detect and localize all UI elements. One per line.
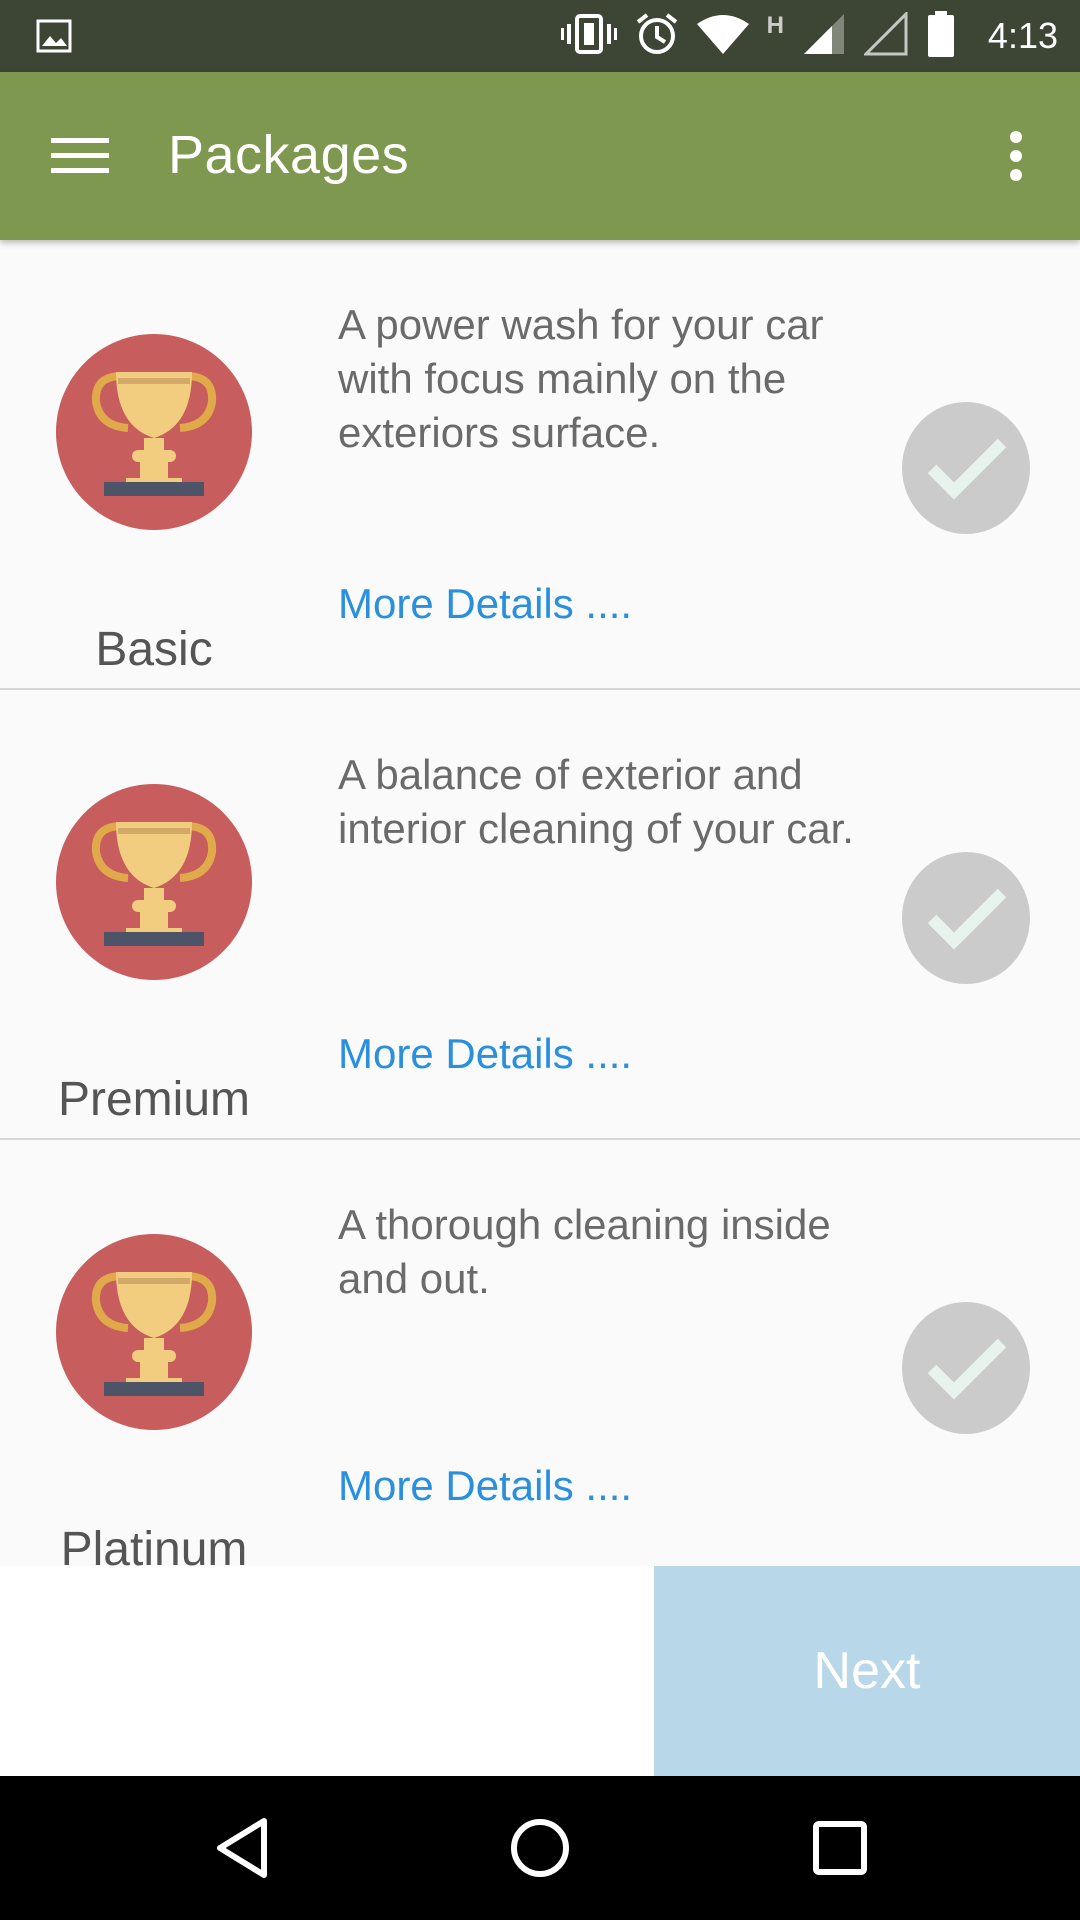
app-root: H 4:13 Packages Basic A power wash for y… xyxy=(0,0,1080,1920)
home-circle-icon[interactable] xyxy=(480,1796,600,1900)
network-type: H xyxy=(766,12,784,39)
more-details-link[interactable]: More Details .... xyxy=(338,580,632,628)
alarm-icon xyxy=(635,12,679,61)
trophy-icon xyxy=(56,334,252,530)
more-vert-icon[interactable] xyxy=(986,118,1046,194)
package-row-basic[interactable]: Basic A power wash for your car with foc… xyxy=(0,240,1080,690)
recents-square-icon[interactable] xyxy=(780,1796,900,1900)
bottom-action-bar: Next xyxy=(0,1566,1080,1776)
check-icon xyxy=(924,881,1008,956)
system-nav-bar xyxy=(0,1776,1080,1920)
package-name: Basic xyxy=(95,623,213,676)
battery-icon xyxy=(926,10,956,62)
signal-icon xyxy=(802,12,846,61)
check-icon xyxy=(924,1331,1008,1406)
signal-empty-icon xyxy=(862,9,908,61)
app-bar: Packages xyxy=(0,72,1080,240)
hamburger-menu-icon[interactable] xyxy=(40,118,120,194)
package-name: Premium xyxy=(57,1073,251,1126)
page-title: Packages xyxy=(168,125,410,185)
package-row-platinum[interactable]: Platinum A thorough cleaning inside and … xyxy=(0,1140,1080,1566)
status-bar: H 4:13 xyxy=(0,0,1080,72)
select-check-button[interactable] xyxy=(902,402,1030,534)
check-icon xyxy=(924,431,1008,506)
more-details-link[interactable]: More Details .... xyxy=(338,1030,632,1078)
next-button[interactable]: Next xyxy=(654,1566,1080,1776)
status-icons: H 4:13 xyxy=(560,0,1058,72)
select-check-button[interactable] xyxy=(902,852,1030,984)
package-name: Platinum xyxy=(60,1523,248,1566)
status-clock: 4:13 xyxy=(987,15,1058,56)
package-description: A thorough cleaning inside and out. xyxy=(338,1201,831,1302)
select-check-button[interactable] xyxy=(902,1302,1030,1434)
more-details-link[interactable]: More Details .... xyxy=(338,1462,632,1510)
package-description: A balance of exterior and interior clean… xyxy=(338,751,854,852)
trophy-icon xyxy=(56,784,252,980)
vibrate-icon xyxy=(560,13,617,59)
trophy-icon xyxy=(56,1234,252,1430)
back-triangle-icon[interactable] xyxy=(182,1796,302,1900)
image-icon xyxy=(36,18,72,59)
package-description: A power wash for your car with focus mai… xyxy=(338,301,824,456)
package-list: Basic A power wash for your car with foc… xyxy=(0,240,1080,1566)
wifi-icon xyxy=(696,14,749,59)
package-row-premium[interactable]: Premium A balance of exterior and interi… xyxy=(0,690,1080,1140)
